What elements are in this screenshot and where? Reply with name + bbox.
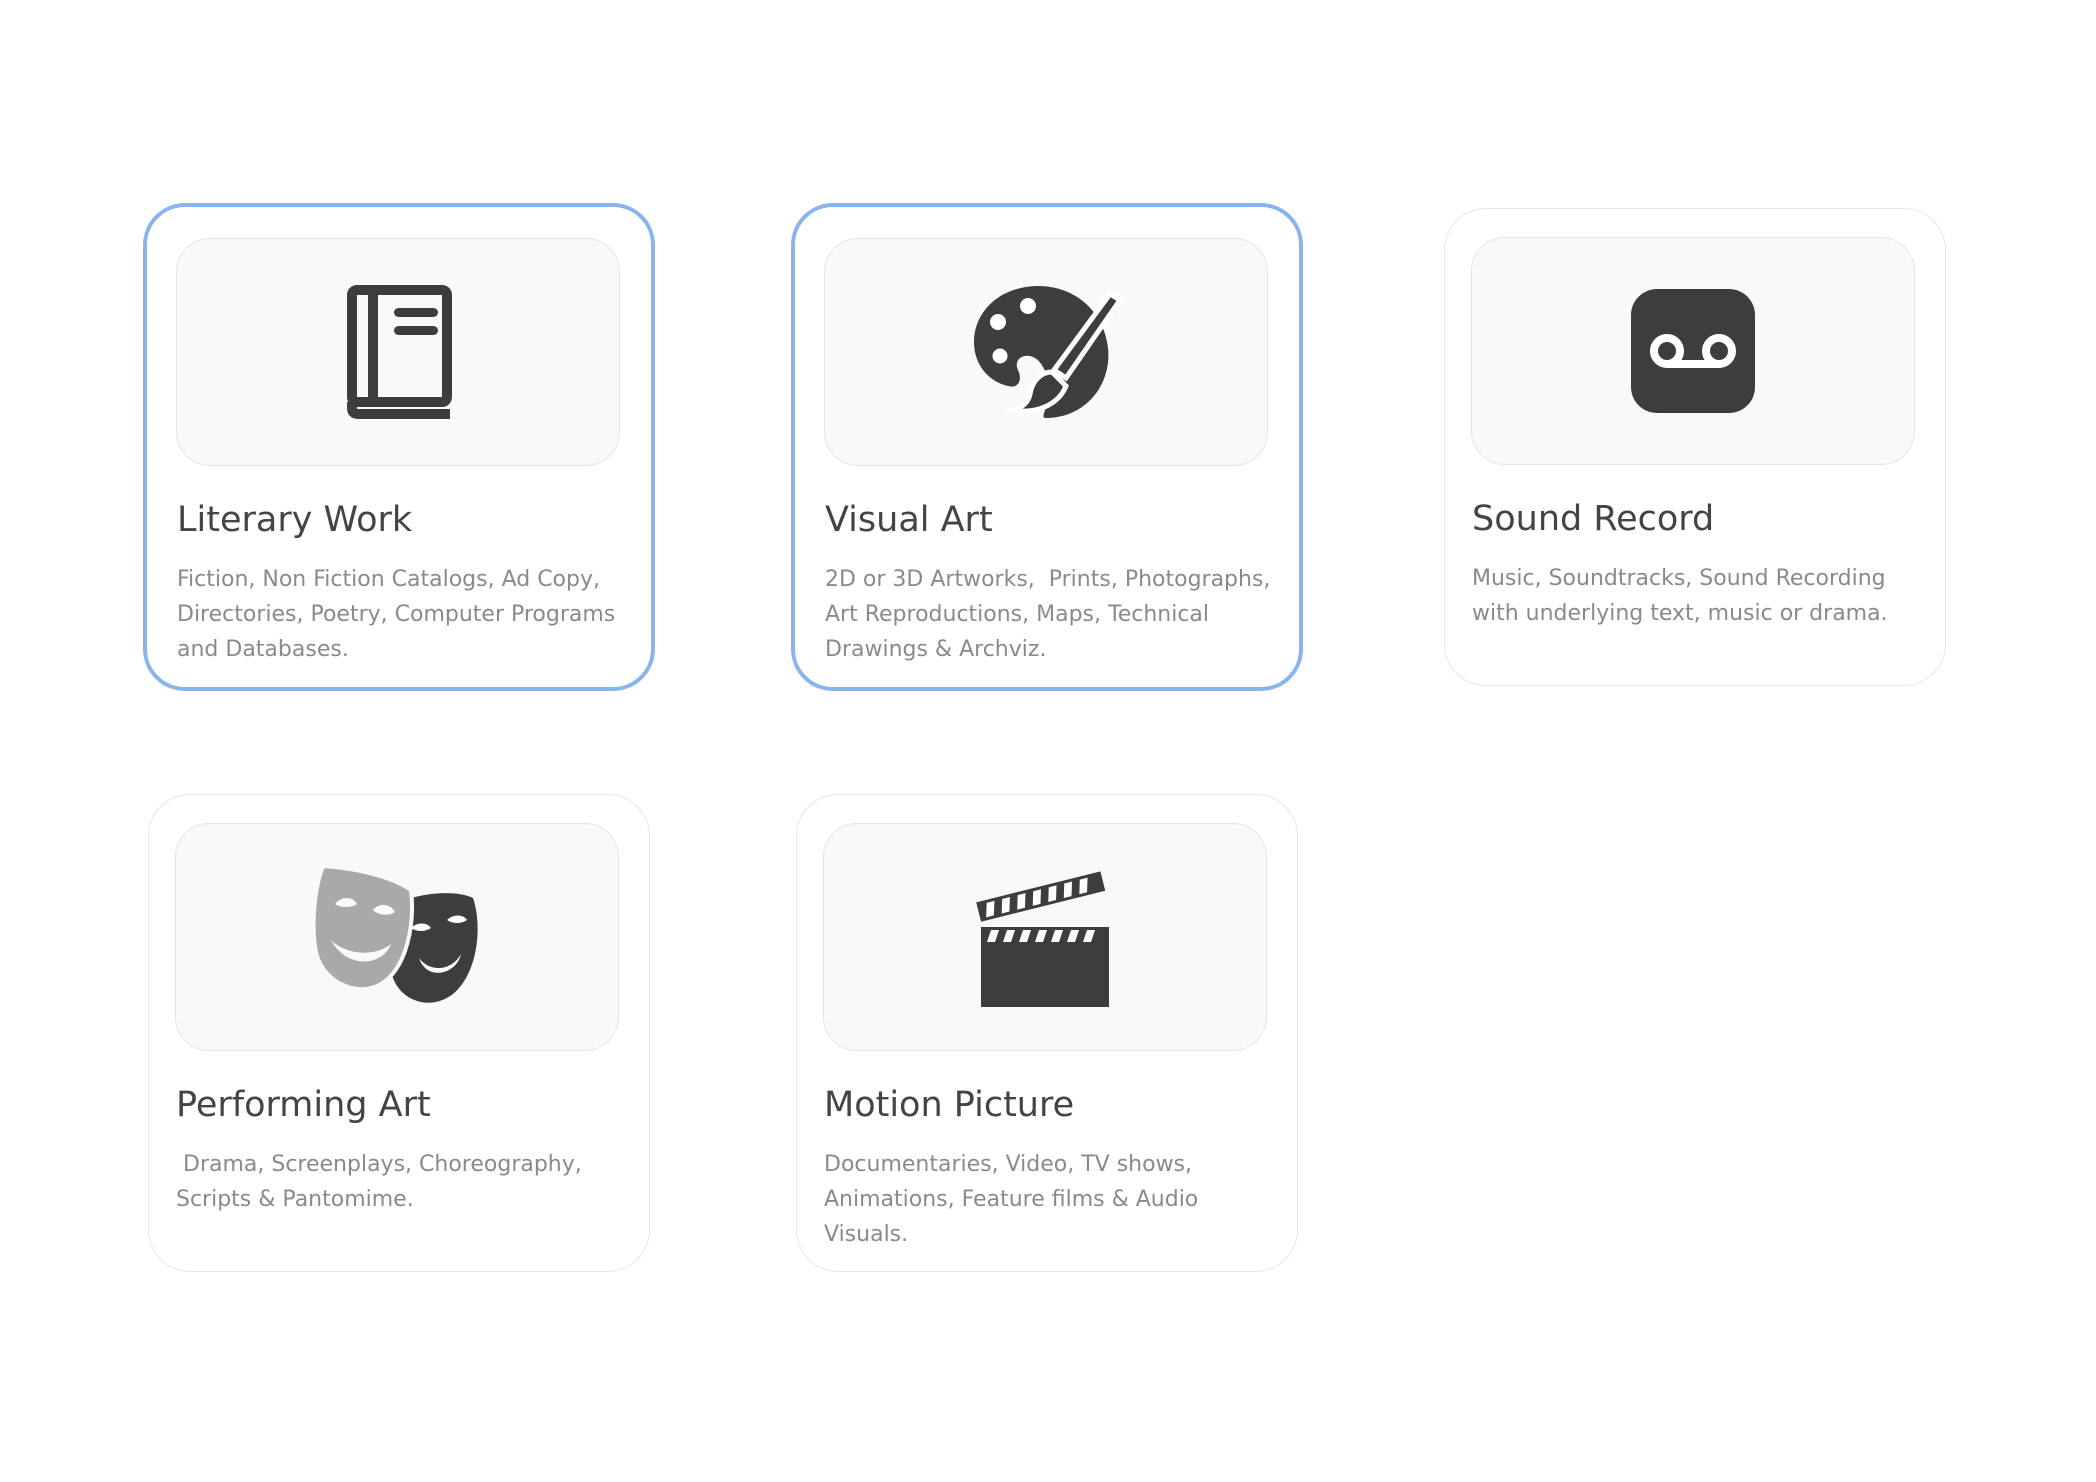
card-title: Performing Art [176, 1085, 431, 1125]
icon-container [823, 823, 1267, 1051]
card-description: Documentaries, Video, TV shows, Animatio… [824, 1152, 1206, 1247]
icon-container [176, 238, 620, 466]
card-title: Literary Work [177, 500, 413, 540]
clapperboard-icon [975, 865, 1115, 1009]
icon-container [824, 238, 1268, 466]
card-title: Sound Record [1472, 499, 1715, 539]
book-icon [342, 284, 454, 420]
theater-masks-icon [311, 862, 483, 1012]
category-selection-page: Literary Work Fiction, Non Fiction Catal… [0, 0, 2096, 1482]
card-literary-work[interactable]: Literary Work Fiction, Non Fiction Catal… [143, 203, 655, 691]
icon-container [1471, 237, 1915, 465]
voicemail-icon [1631, 289, 1755, 413]
palette-icon [968, 282, 1124, 422]
card-description: Music, Soundtracks, Sound Recording with… [1472, 566, 1893, 626]
card-sound-record[interactable]: Sound Record Music, Soundtracks, Sound R… [1444, 208, 1946, 686]
card-visual-art[interactable]: Visual Art 2D or 3D Artworks, Prints, Ph… [791, 203, 1303, 691]
card-title: Motion Picture [824, 1085, 1075, 1125]
icon-container [175, 823, 619, 1051]
card-description: Drama, Screenplays, Choreography, Script… [176, 1152, 589, 1212]
card-title: Visual Art [825, 500, 993, 540]
card-motion-picture[interactable]: Motion Picture Documentaries, Video, TV … [796, 794, 1298, 1272]
card-description: Fiction, Non Fiction Catalogs, Ad Copy, … [177, 567, 623, 662]
card-performing-art[interactable]: Performing Art Drama, Screenplays, Chore… [148, 794, 650, 1272]
card-description: 2D or 3D Artworks, Prints, Photographs, … [825, 567, 1278, 662]
